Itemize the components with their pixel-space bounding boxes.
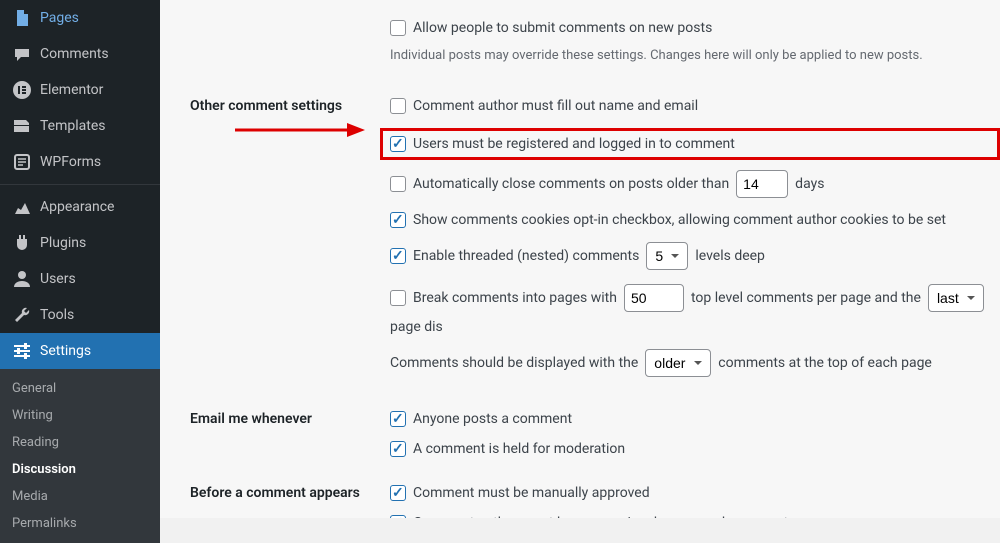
users-icon [12,269,32,289]
highlight-box: Users must be registered and logged in t… [380,128,1000,160]
sidebar-item-tools[interactable]: Tools [0,297,160,333]
sidebar-item-label: Settings [40,343,91,359]
auto-close-checkbox[interactable] [390,176,406,192]
plugins-icon [12,233,32,253]
held-moderation-checkbox[interactable] [390,441,406,457]
anyone-posts-label: Anyone posts a comment [413,411,572,427]
comments-icon [12,44,32,64]
break-count-input[interactable] [624,284,684,312]
must-register-checkbox[interactable] [390,136,406,152]
menu-separator [0,184,160,185]
sidebar-item-plugins[interactable]: Plugins [0,225,160,261]
break-pre-label: Break comments into pages with [413,290,617,306]
auto-close-pre-label: Automatically close comments on posts ol… [413,176,729,192]
elementor-icon [12,80,32,100]
displayed-pre-label: Comments should be displayed with the [390,355,638,371]
sidebar-item-templates[interactable]: Templates [0,108,160,144]
displayed-post-label: comments at the top of each page [718,355,932,371]
sidebar-item-label: Pages [40,10,79,26]
author-fill-label: Comment author must fill out name and em… [413,98,698,114]
sidebar-item-label: Users [40,271,76,287]
settings-submenu: General Writing Reading Discussion Media… [0,369,160,543]
submenu-permalinks[interactable]: Permalinks [0,510,160,537]
cookies-optin-label: Show comments cookies opt-in checkbox, a… [413,212,946,228]
held-moderation-label: A comment is held for moderation [413,441,625,457]
sidebar-item-elementor[interactable]: Elementor [0,72,160,108]
submenu-general[interactable]: General [0,375,160,402]
submenu-media[interactable]: Media [0,483,160,510]
sidebar-item-comments[interactable]: Comments [0,36,160,72]
break-mid-label: top level comments per page and the [691,290,921,306]
cookies-optin-checkbox[interactable] [390,212,406,228]
section-email: Email me whenever [190,411,390,427]
break-pages-checkbox[interactable] [390,290,406,306]
anyone-posts-checkbox[interactable] [390,411,406,427]
sidebar-item-label: Appearance [40,199,114,215]
sidebar-item-label: WPForms [40,154,101,170]
pages-icon [12,8,32,28]
prev-approved-label: Comment author must have a previously ap… [413,515,788,519]
templates-icon [12,116,32,136]
tools-icon [12,305,32,325]
settings-icon [12,341,32,361]
sidebar-item-settings[interactable]: Settings [0,333,160,369]
auto-close-days-input[interactable] [736,170,788,198]
sidebar-item-label: Templates [40,118,106,134]
override-note: Individual posts may override these sett… [390,46,1000,66]
levels-deep-label: levels deep [695,248,765,264]
displayed-order-select[interactable]: older [645,349,711,377]
sidebar-item-wpforms[interactable]: WPForms [0,144,160,180]
allow-comments-label: Allow people to submit comments on new p… [413,20,712,36]
prev-approved-checkbox[interactable] [390,515,406,519]
submenu-reading[interactable]: Reading [0,429,160,456]
break-page-select[interactable]: last [928,284,984,312]
break-post-label: page dis [390,319,443,335]
submenu-writing[interactable]: Writing [0,402,160,429]
must-register-label: Users must be registered and logged in t… [413,136,735,152]
sidebar-item-label: Elementor [40,82,103,98]
sidebar-item-label: Plugins [40,235,86,251]
section-other: Other comment settings [190,98,390,114]
appearance-icon [12,197,32,217]
sidebar-item-appearance[interactable]: Appearance [0,189,160,225]
threaded-pre-label: Enable threaded (nested) comments [413,248,639,264]
threaded-checkbox[interactable] [390,248,406,264]
sidebar-item-label: Tools [40,307,74,323]
allow-comments-checkbox[interactable] [390,20,406,36]
sidebar-item-users[interactable]: Users [0,261,160,297]
sidebar-item-pages[interactable]: Pages [0,0,160,36]
admin-sidebar: Pages Comments Elementor Templates WPFor… [0,0,160,518]
settings-content: Allow people to submit comments on new p… [160,0,1000,518]
wpforms-icon [12,152,32,172]
threaded-levels-select[interactable]: 5 [646,242,688,270]
author-fill-checkbox[interactable] [390,98,406,114]
sidebar-item-label: Comments [40,46,109,62]
days-label: days [795,176,824,192]
must-approve-checkbox[interactable] [390,485,406,501]
must-approve-label: Comment must be manually approved [413,485,650,501]
submenu-discussion[interactable]: Discussion [0,456,160,483]
section-before: Before a comment appears [190,485,390,501]
